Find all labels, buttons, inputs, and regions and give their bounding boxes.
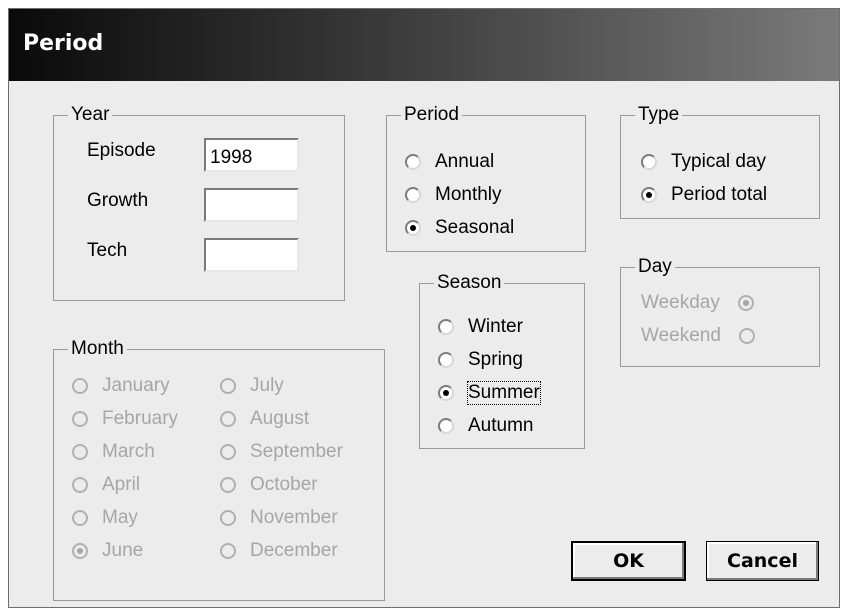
- radio-monthly[interactable]: Monthly: [405, 182, 502, 208]
- radio-circle: [438, 352, 454, 368]
- radio-july[interactable]: July: [220, 373, 284, 399]
- radio-september[interactable]: September: [220, 439, 343, 465]
- ok-button[interactable]: OK: [571, 541, 686, 581]
- radio-label: December: [250, 540, 338, 561]
- day-legend: Day: [635, 256, 675, 278]
- radio-circle: [72, 543, 88, 559]
- radio-label: Weekend: [641, 325, 721, 346]
- radio-december[interactable]: December: [220, 538, 338, 564]
- radio-circle: [737, 295, 754, 311]
- episode-field[interactable]: 1998: [204, 138, 299, 172]
- radio-label: Weekday: [641, 292, 720, 313]
- radio-summer[interactable]: Summer: [438, 380, 541, 406]
- radio-circle: [641, 187, 657, 203]
- radio-circle: [738, 328, 755, 344]
- radio-weekday[interactable]: Weekday: [641, 290, 754, 316]
- month-group: Month January February March April May J…: [53, 338, 385, 601]
- radio-label: Period total: [671, 184, 768, 205]
- tech-label: Tech: [87, 240, 128, 261]
- season-legend: Season: [434, 272, 505, 294]
- radio-winter[interactable]: Winter: [438, 314, 523, 340]
- type-group: Type Typical day Period total: [620, 104, 820, 219]
- radio-may[interactable]: May: [72, 505, 138, 531]
- radio-autumn[interactable]: Autumn: [438, 413, 533, 439]
- season-group: Season Winter Spring Summer Autumn: [419, 272, 585, 449]
- radio-october[interactable]: October: [220, 472, 318, 498]
- radio-november[interactable]: November: [220, 505, 338, 531]
- radio-period-total[interactable]: Period total: [641, 182, 767, 208]
- radio-label: Monthly: [435, 184, 502, 205]
- radio-seasonal[interactable]: Seasonal: [405, 215, 514, 241]
- radio-label: Seasonal: [435, 217, 515, 238]
- radio-circle: [72, 510, 88, 526]
- radio-august[interactable]: August: [220, 406, 309, 432]
- radio-label: Autumn: [468, 415, 534, 436]
- radio-label: August: [250, 408, 310, 429]
- radio-label: June: [102, 540, 144, 561]
- radio-label: Annual: [435, 151, 495, 172]
- radio-circle: [72, 444, 88, 460]
- radio-typical-day[interactable]: Typical day: [641, 149, 766, 175]
- radio-circle: [641, 154, 657, 170]
- month-legend: Month: [68, 338, 127, 360]
- radio-circle: [220, 411, 236, 427]
- year-group: Year Episode 1998 Growth Tech: [53, 104, 345, 301]
- radio-circle: [405, 154, 421, 170]
- radio-april[interactable]: April: [72, 472, 140, 498]
- title-bar[interactable]: Period: [9, 9, 839, 81]
- cancel-button[interactable]: Cancel: [706, 541, 819, 581]
- radio-circle: [220, 477, 236, 493]
- radio-circle: [72, 477, 88, 493]
- dialog-body: Year Episode 1998 Growth Tech Month Janu…: [9, 81, 839, 607]
- radio-circle: [220, 444, 236, 460]
- radio-label: Winter: [468, 316, 523, 337]
- radio-circle: [220, 378, 236, 394]
- radio-circle: [405, 187, 421, 203]
- radio-annual[interactable]: Annual: [405, 149, 494, 175]
- radio-label: Typical day: [671, 151, 767, 172]
- growth-label: Growth: [87, 190, 149, 211]
- radio-label: October: [250, 474, 318, 495]
- radio-label: November: [250, 507, 338, 528]
- radio-label: January: [102, 375, 170, 396]
- radio-label: February: [102, 408, 179, 429]
- radio-label: Spring: [468, 349, 523, 370]
- radio-circle: [220, 543, 236, 559]
- radio-label: May: [102, 507, 138, 528]
- radio-june[interactable]: June: [72, 538, 143, 564]
- radio-spring[interactable]: Spring: [438, 347, 523, 373]
- type-legend: Type: [635, 104, 683, 126]
- radio-circle: [405, 220, 421, 236]
- period-group: Period Annual Monthly Seasonal: [386, 104, 586, 252]
- radio-january[interactable]: January: [72, 373, 170, 399]
- radio-circle: [438, 319, 454, 335]
- day-group: Day Weekday Weekend: [620, 256, 820, 367]
- radio-label: July: [250, 375, 284, 396]
- window-title: Period: [23, 31, 104, 56]
- period-dialog: Period Year Episode 1998 Growth Tech Mon…: [8, 8, 840, 608]
- growth-field[interactable]: [204, 188, 299, 222]
- radio-weekend[interactable]: Weekend: [641, 323, 755, 349]
- radio-label: April: [102, 474, 141, 495]
- radio-circle: [72, 411, 88, 427]
- radio-circle: [438, 385, 454, 401]
- tech-field[interactable]: [204, 238, 299, 272]
- radio-march[interactable]: March: [72, 439, 155, 465]
- radio-label: March: [102, 441, 155, 462]
- radio-circle: [220, 510, 236, 526]
- radio-label: Summer: [467, 381, 541, 405]
- period-legend: Period: [401, 104, 462, 126]
- episode-label: Episode: [87, 140, 156, 161]
- radio-circle: [72, 378, 88, 394]
- radio-circle: [438, 418, 454, 434]
- year-legend: Year: [68, 104, 113, 126]
- radio-label: September: [250, 441, 343, 462]
- radio-february[interactable]: February: [72, 406, 178, 432]
